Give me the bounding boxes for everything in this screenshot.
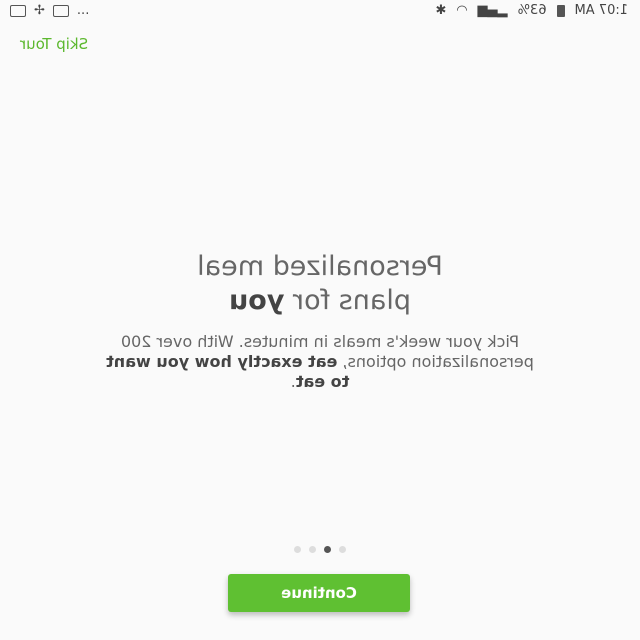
status-bar: 1:07 AM 63% ▂▄▆ ◠ ✱ ... ✢ [0,0,640,24]
pager-dot [339,546,346,553]
pager-dots [0,546,640,553]
title-line-1: Personalized meal [197,251,443,282]
gmail-icon [52,4,69,17]
onboarding-screen: 1:07 AM 63% ▂▄▆ ◠ ✱ ... ✢ Skip Tour Pers… [0,0,640,640]
bluetooth-icon: ✱ [435,3,447,18]
wifi-icon: ◠ [456,3,468,18]
page-title: Personalized meal plans for you [0,250,640,318]
description: Pick your week's meals in minutes. With … [100,332,540,392]
title-line-2: plans for you [0,284,640,318]
fan-icon: ✢ [34,3,45,18]
more-dots-icon: ... [76,3,90,18]
image-icon [10,4,26,17]
title-line-2-text: plans for [284,285,412,316]
status-time: 1:07 AM [574,3,628,18]
skip-tour-link[interactable]: Skip Tour [20,35,88,53]
battery-icon [556,4,565,17]
battery-percent: 63% [517,3,547,18]
title-emphasis: you [228,285,285,316]
continue-button[interactable]: Continue [228,574,410,612]
pager-dot [294,546,301,553]
pager-dot-active [324,546,331,553]
pager-dot [309,546,316,553]
description-emphasis: eat exactly how you want to eat [106,352,350,391]
signal-icon: ▂▄▆ [477,3,508,18]
description-end: . [290,372,296,391]
